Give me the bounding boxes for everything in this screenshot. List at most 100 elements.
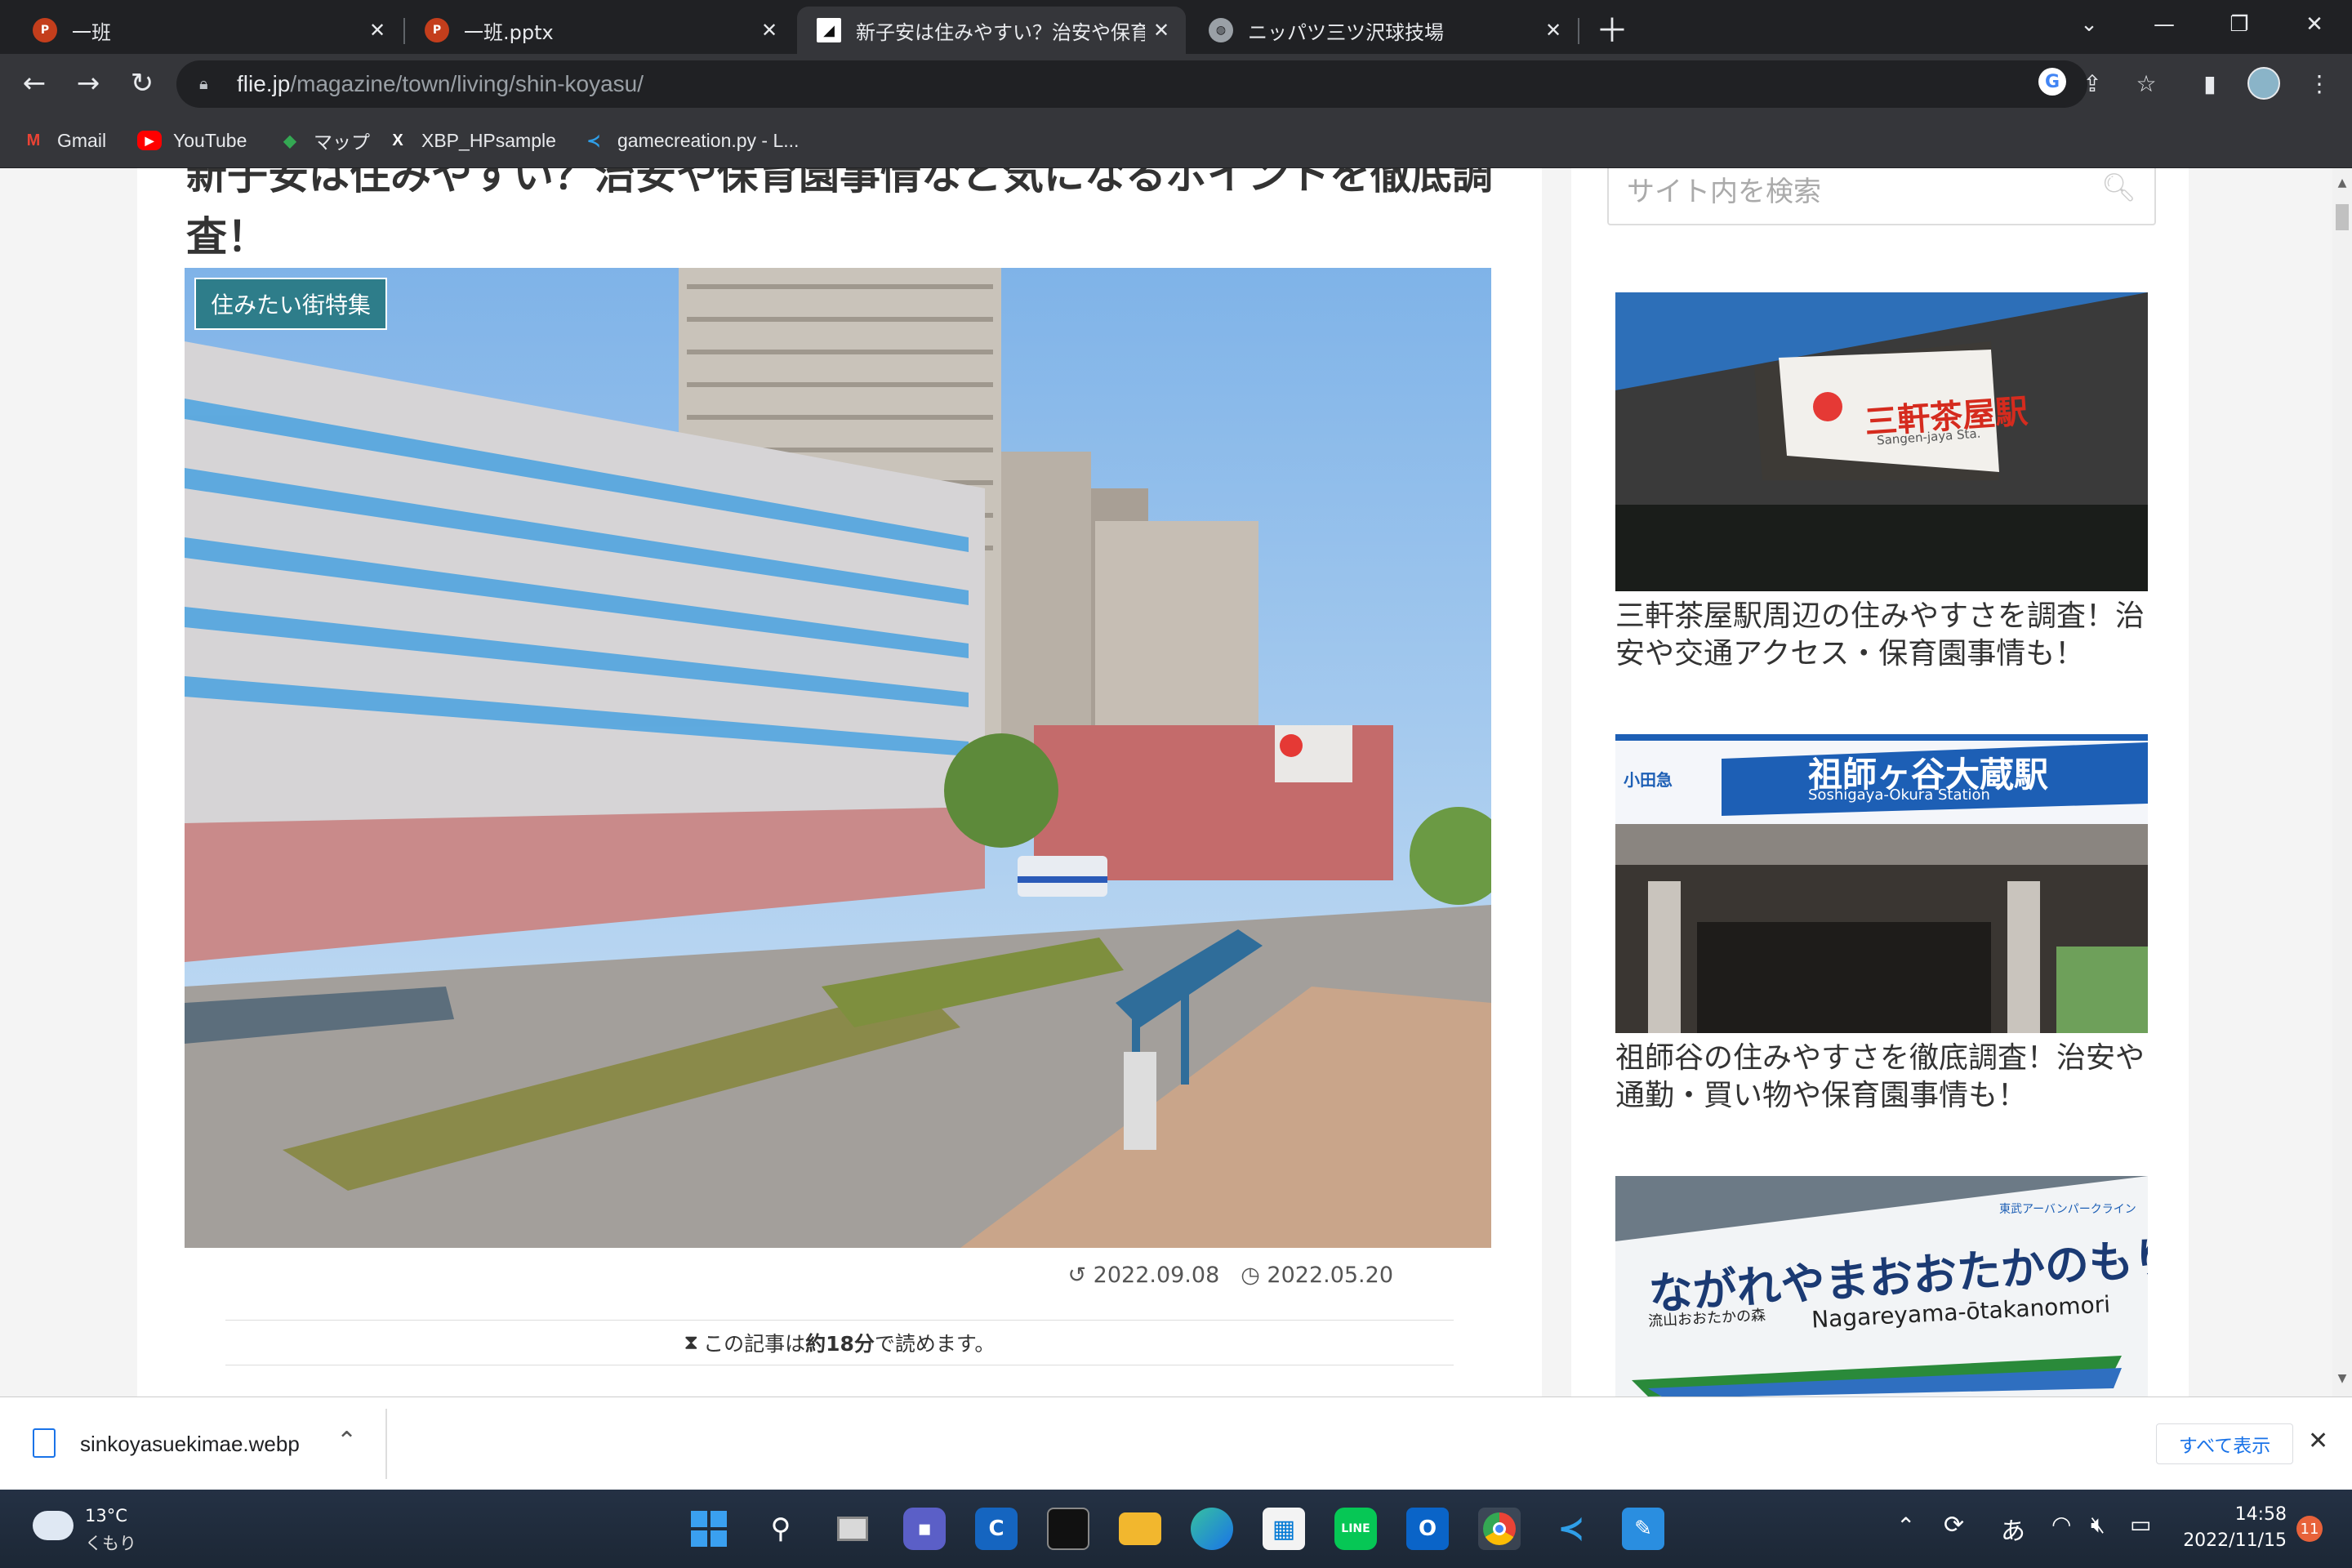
powerpoint-icon: P [33, 18, 57, 42]
teams-chat-icon[interactable]: ▪ [903, 1508, 946, 1550]
weather-cloud-icon[interactable] [33, 1511, 74, 1540]
close-icon[interactable]: ✕ [1537, 19, 1570, 42]
web-page: 新子安は住みやすい？治安や保育園事情など気になるポイントを徹底調査！ 住みたい街… [0, 168, 2352, 1396]
chrome-icon[interactable] [1478, 1508, 1521, 1550]
edge-browser-icon[interactable] [1191, 1508, 1233, 1550]
windows-logo-icon [691, 1511, 727, 1547]
reload-button[interactable]: ↻ [121, 62, 163, 105]
category-badge[interactable]: 住みたい街特集 [194, 278, 388, 330]
bookmark-gmail[interactable]: M Gmail [21, 124, 106, 157]
tab-3-active[interactable]: ◢ 新子安は住みやすい？治安や保育園 ✕ [797, 7, 1186, 54]
clipchamp-icon[interactable]: C [975, 1508, 1018, 1550]
show-all-button[interactable]: すべて表示 [2156, 1423, 2293, 1464]
google-lens-icon[interactable]: G [2038, 68, 2066, 96]
tab-search-chevron-icon[interactable]: ⌄ [2051, 0, 2127, 49]
close-icon[interactable]: ✕ [361, 19, 394, 42]
close-icon[interactable]: ✕ [753, 19, 786, 42]
windows-taskbar: 13°C くもり ⚲ ▪ C ▦ LINE O ≺ ✎ ⌃ ⟳ あ ◠ 🔇︎ ▭… [0, 1490, 2352, 1568]
gmail-icon: M [26, 131, 41, 149]
outlook-icon[interactable]: O [1406, 1508, 1449, 1550]
task-view-icon[interactable] [831, 1508, 874, 1550]
published-date-text: 2022.05.20 [1267, 1263, 1393, 1288]
tab-1[interactable]: P 一班 ✕ [13, 7, 402, 54]
vscode-icon[interactable]: ≺ [1550, 1508, 1592, 1550]
updated-date-text: 2022.09.08 [1093, 1263, 1220, 1288]
bookmark-label: マップ [314, 131, 370, 153]
tab-2[interactable]: P 一班.pptx ✕ [405, 7, 794, 54]
tab-title: 一班.pptx [464, 20, 554, 44]
weather-temp[interactable]: 13°C [85, 1506, 127, 1526]
address-bar[interactable]: 🔒︎ flie.jp/magazine/town/living/shin-koy… [176, 60, 2087, 108]
bookmark-xbp[interactable]: X XBP_HPsample [385, 124, 556, 157]
browser-toolbar: ← → ↻ 🔒︎ flie.jp/magazine/town/living/sh… [0, 54, 2352, 114]
clock-date[interactable]: 2022/11/15 [2172, 1530, 2287, 1551]
hourglass-icon: ⧗ [684, 1330, 699, 1354]
related-article-card[interactable]: 小田急 祖師ヶ谷大蔵駅 Soshigaya-Okura Station 祖師谷の… [1615, 734, 2148, 1115]
card-thumbnail[interactable]: 小田急 祖師ヶ谷大蔵駅 Soshigaya-Okura Station [1615, 734, 2148, 1033]
history-icon: ↺ [1067, 1263, 1087, 1288]
page-scrollbar[interactable]: ▲ ▼ [2332, 168, 2352, 1396]
back-button[interactable]: ← [13, 62, 56, 105]
search-icon[interactable]: ⚲ [760, 1508, 802, 1550]
ime-indicator[interactable]: あ [2001, 1511, 2025, 1547]
new-tab-button[interactable]: ＋ [1591, 7, 1633, 50]
published-date: ◷ 2022.05.20 [1241, 1263, 1393, 1288]
related-article-card[interactable]: 東武アーバンパークライン ながれやまおおたかのもり 流山おおたかの森 Nagar… [1615, 1176, 2148, 1396]
card-title[interactable]: 三軒茶屋駅周辺の住みやすさを調査！治安や交通アクセス・保育園事情も！ [1615, 598, 2148, 673]
powerpoint-icon: P [425, 18, 449, 42]
close-icon[interactable]: ✕ [1145, 19, 1178, 42]
minimize-button[interactable]: — [2127, 0, 2202, 49]
side-panel-icon[interactable]: ▮ [2194, 67, 2226, 100]
close-download-bar-icon[interactable]: ✕ [2308, 1427, 2328, 1455]
lock-icon[interactable]: 🔒︎ [199, 74, 220, 95]
tab-title: ニッパツ三ツ沢球技場 [1248, 20, 1444, 44]
card-thumbnail[interactable]: 三軒茶屋駅 Sangen-jaya Sta. [1615, 292, 2148, 591]
chevron-up-icon[interactable]: ⌃ [336, 1427, 357, 1455]
sidebar: サイト内を検索 🔍︎ 三軒茶屋駅 Sangen-jaya Sta. 三軒茶屋駅周… [1571, 168, 2189, 1396]
weather-condition[interactable]: くもり [85, 1530, 136, 1555]
menu-kebab-icon[interactable]: ⋮ [2303, 67, 2336, 100]
related-article-card[interactable]: 三軒茶屋駅 Sangen-jaya Sta. 三軒茶屋駅周辺の住みやすさを調査！… [1615, 292, 2148, 673]
clock-icon: ◷ [1241, 1263, 1260, 1288]
share-icon[interactable]: ⇪ [2076, 67, 2109, 100]
article-dates: ↺ 2022.09.08 ◷ 2022.05.20 [1067, 1263, 1393, 1288]
close-window-button[interactable]: ✕ [2277, 0, 2352, 49]
bookmark-star-icon[interactable]: ☆ [2130, 67, 2163, 100]
scrollbar-thumb[interactable] [2336, 204, 2349, 230]
scroll-up-arrow-icon[interactable]: ▲ [2334, 176, 2350, 193]
wifi-icon[interactable]: ◠ [2051, 1511, 2071, 1538]
hero-image: 住みたい街特集 [185, 268, 1491, 1248]
bookmark-youtube[interactable]: ▶ YouTube [137, 124, 247, 157]
bookmark-gamecreation[interactable]: ≺ gamecreation.py - L... [581, 124, 800, 157]
notification-badge[interactable]: 11 [2296, 1516, 2323, 1542]
profile-avatar-icon[interactable] [2247, 67, 2280, 100]
paint-icon[interactable]: ✎ [1622, 1508, 1664, 1550]
card-thumbnail[interactable]: 東武アーバンパークライン ながれやまおおたかのもり 流山おおたかの森 Nagar… [1615, 1176, 2148, 1396]
speaker-muted-icon[interactable]: 🔇︎ [2091, 1511, 2105, 1539]
download-filename[interactable]: sinkoyasuekimae.webp [80, 1432, 300, 1457]
clock-time[interactable]: 14:58 [2189, 1504, 2287, 1525]
tab-title: 新子安は住みやすい？治安や保育園 [856, 20, 1145, 44]
bookmark-maps[interactable]: ◆ マップ [278, 124, 370, 157]
terminal-icon[interactable] [1047, 1508, 1089, 1550]
card-title[interactable]: 祖師谷の住みやすさを徹底調査！治安や通勤・買い物や保育園事情も！ [1615, 1040, 2148, 1115]
url-host: flie.jp [237, 71, 291, 96]
tab-4[interactable]: ◍ ニッパツ三ツ沢球技場 ✕ [1189, 7, 1578, 54]
station-photo-illustration [185, 268, 1491, 1248]
line-icon[interactable]: LINE [1334, 1508, 1377, 1550]
scroll-down-arrow-icon[interactable]: ▼ [2334, 1372, 2350, 1388]
search-icon[interactable]: 🔍︎ [2101, 172, 2136, 204]
forward-button[interactable]: → [67, 62, 109, 105]
site-search-input[interactable]: サイト内を検索 🔍︎ [1607, 168, 2156, 225]
file-explorer-icon[interactable] [1119, 1512, 1161, 1545]
sync-icon[interactable]: ⟳ [1944, 1511, 1964, 1539]
bookmarks-bar: M Gmail ▶ YouTube ◆ マップ X XBP_HPsample ≺ game… [0, 114, 2352, 168]
restore-button[interactable]: ❐ [2202, 0, 2277, 49]
bookmark-label: XBP_HPsample [421, 129, 556, 151]
download-divider [385, 1409, 387, 1479]
battery-icon[interactable]: ▭ [2130, 1511, 2151, 1538]
tray-chevron-up-icon[interactable]: ⌃ [1896, 1512, 1915, 1539]
ms-store-icon[interactable]: ▦ [1263, 1508, 1305, 1550]
start-windows-icon[interactable] [688, 1508, 730, 1550]
bookmark-label: Gmail [57, 129, 107, 151]
